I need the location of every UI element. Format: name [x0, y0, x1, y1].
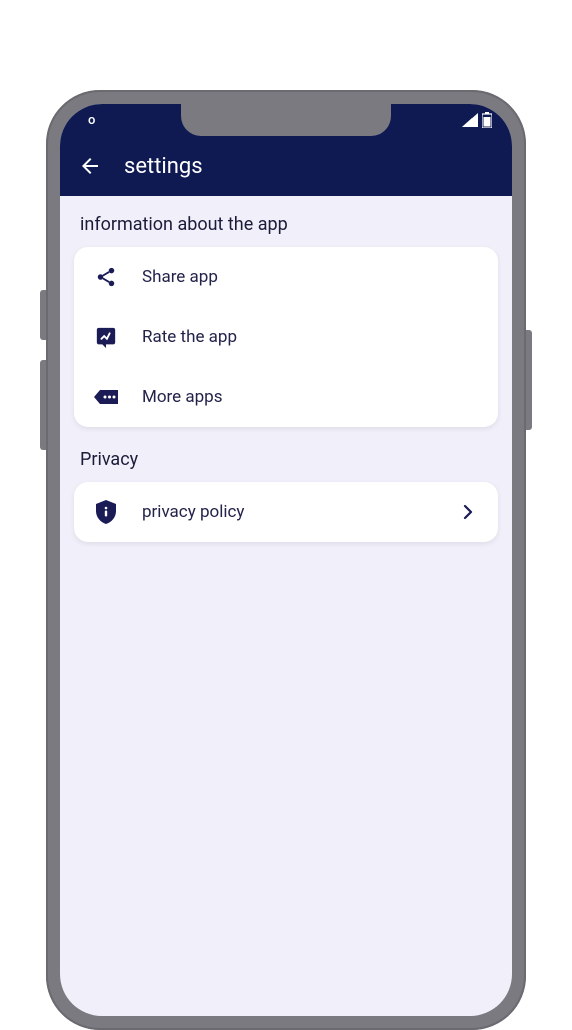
battery-icon [482, 112, 492, 128]
arrow-left-icon [78, 154, 102, 178]
back-button[interactable] [76, 152, 104, 180]
content-area: information about the app Share app Rate… [60, 196, 512, 582]
card-information: Share app Rate the app More apps [74, 247, 498, 427]
row-label: Rate the app [142, 327, 478, 347]
phone-frame: o settings information about the app [46, 90, 526, 1030]
phone-screen: o settings information about the app [60, 104, 512, 1016]
page-title: settings [124, 154, 203, 179]
shield-icon [94, 500, 118, 524]
row-more-apps[interactable]: More apps [74, 367, 498, 427]
volume-button [40, 360, 46, 450]
phone-notch [181, 104, 391, 136]
rate-icon [94, 325, 118, 349]
row-rate-app[interactable]: Rate the app [74, 307, 498, 367]
card-privacy: privacy policy [74, 482, 498, 542]
chevron-right-icon [458, 502, 478, 522]
more-icon [94, 385, 118, 409]
row-privacy-policy[interactable]: privacy policy [74, 482, 498, 542]
app-bar: settings [60, 136, 512, 196]
volume-button [40, 290, 46, 340]
row-label: Share app [142, 267, 478, 287]
row-label: More apps [142, 387, 478, 407]
share-icon [94, 265, 118, 289]
section-title-privacy: Privacy [74, 449, 498, 482]
signal-icon [462, 113, 478, 127]
row-label: privacy policy [142, 502, 434, 522]
power-button [526, 330, 532, 430]
row-share-app[interactable]: Share app [74, 247, 498, 307]
status-right-icons [462, 112, 492, 128]
section-title-information: information about the app [74, 214, 498, 247]
status-left-text: o [80, 113, 95, 128]
